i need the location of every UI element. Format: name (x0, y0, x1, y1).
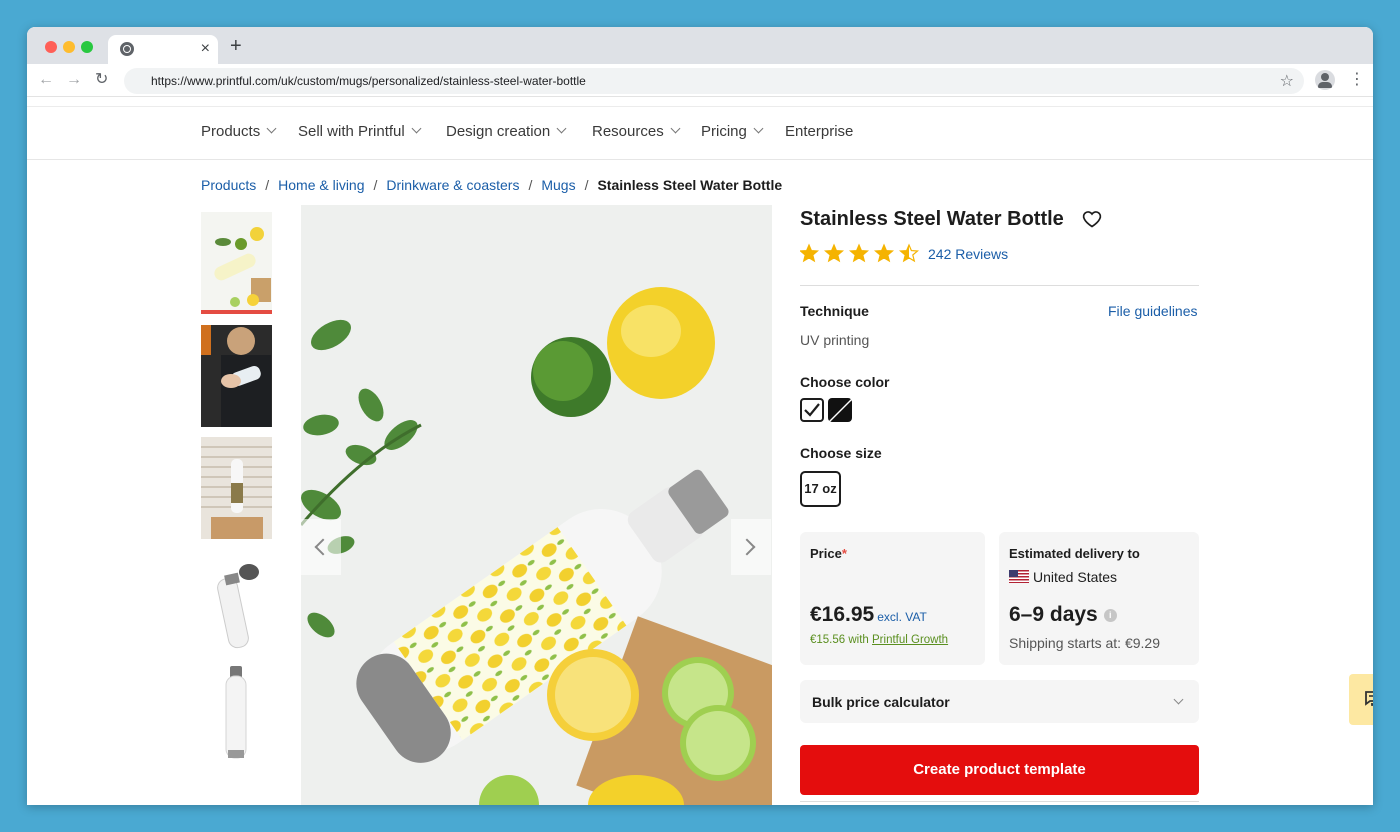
size-option-17oz[interactable]: 17 oz (800, 471, 841, 507)
browser-window: × + ← → ↻ https://www.printful.com/uk/cu… (27, 27, 1373, 805)
star-icon (800, 243, 820, 263)
chevron-down-icon (556, 123, 567, 134)
star-icon (898, 243, 920, 263)
window-close-light[interactable] (45, 41, 57, 53)
new-tab-button[interactable]: + (230, 36, 242, 56)
chevron-right-icon (738, 538, 756, 556)
next-button-edge (800, 801, 1199, 805)
choose-size-label: Choose size (800, 445, 882, 461)
chat-button[interactable] (1349, 674, 1373, 725)
swatch-diagonal-icon (828, 398, 852, 422)
gallery-next-button[interactable] (731, 519, 771, 575)
chevron-down-icon (266, 123, 277, 134)
breadcrumb-separator: / (528, 177, 533, 193)
breadcrumb-current: Stainless Steel Water Bottle (597, 177, 783, 193)
window-zoom-light[interactable] (81, 41, 93, 53)
delivery-card: Estimated delivery to United States 6–9 … (999, 532, 1199, 665)
color-swatch-black[interactable] (828, 398, 852, 422)
nav-item-resources[interactable]: Resources (592, 123, 681, 140)
product-title: Stainless Steel Water Bottle (800, 208, 1064, 230)
us-flag-icon (1009, 570, 1029, 583)
bulk-price-calculator[interactable]: Bulk price calculator (800, 680, 1199, 723)
gallery-thumbnail-3[interactable] (201, 437, 272, 539)
price-card: Price* €16.95 excl. VAT €15.56 with Print… (800, 532, 985, 665)
gallery-thumbnail-4[interactable] (201, 550, 272, 652)
browser-menu-icon[interactable]: ⋮ (1349, 71, 1365, 89)
forward-arrow-icon[interactable]: → (66, 70, 82, 90)
chat-bubbles-icon (1365, 691, 1373, 706)
bookmark-star-icon[interactable]: ☆ (1280, 71, 1294, 91)
reviews-link[interactable]: 242 Reviews (928, 246, 1008, 262)
file-guidelines-link[interactable]: File guidelines (1108, 303, 1198, 319)
technique-label: Technique (800, 303, 869, 319)
breadcrumb-link-mugs[interactable]: Mugs (541, 177, 575, 193)
delivery-country[interactable]: United States (1009, 569, 1117, 585)
chevron-left-icon (314, 538, 332, 556)
choose-color-label: Choose color (800, 374, 890, 390)
gallery-thumbnail-1[interactable] (201, 212, 272, 314)
address-bar[interactable]: https://www.printful.com/uk/custom/mugs/… (124, 68, 1304, 94)
site-navigation: Products Sell with Printful Design creat… (27, 106, 1373, 160)
breadcrumb-link-home-living[interactable]: Home & living (278, 177, 364, 193)
window-minimize-light[interactable] (63, 41, 75, 53)
rating-stars (800, 243, 920, 263)
star-icon (873, 243, 895, 263)
color-swatch-white[interactable] (800, 398, 824, 422)
chevron-down-icon (753, 123, 764, 134)
info-icon[interactable]: i (1103, 609, 1117, 622)
nav-item-pricing[interactable]: Pricing (701, 123, 764, 140)
check-icon (804, 403, 820, 417)
reload-icon[interactable]: ↻ (95, 70, 108, 90)
url-text[interactable]: https://www.printful.com/uk/custom/mugs/… (151, 74, 586, 88)
tab-close-icon[interactable]: × (201, 40, 210, 58)
vat-note[interactable]: excl. VAT (877, 610, 927, 624)
profile-avatar-icon[interactable] (1315, 70, 1335, 90)
chrome-favicon-icon (120, 42, 134, 56)
browser-tab[interactable]: × (108, 35, 218, 64)
growth-price: €15.56 with Printful Growth (810, 634, 949, 646)
tab-strip: × + (27, 27, 1373, 64)
main-product-image[interactable] (301, 205, 772, 805)
delivery-days: 6–9 days i (1009, 603, 1117, 627)
gallery-thumbnail-2[interactable] (201, 325, 272, 427)
breadcrumb-separator: / (265, 177, 270, 193)
technique-value: UV printing (800, 332, 870, 348)
nav-item-sell-with-printful[interactable]: Sell with Printful (298, 123, 422, 140)
gallery-thumbnail-5[interactable] (201, 662, 272, 764)
shipping-starts: Shipping starts at: €9.29 (1009, 635, 1160, 651)
breadcrumb-separator: / (373, 177, 378, 193)
gallery-prev-button[interactable] (301, 519, 341, 575)
chevron-down-icon (1173, 694, 1184, 705)
required-asterisk: * (841, 546, 847, 561)
breadcrumb-link-products[interactable]: Products (201, 177, 256, 193)
chevron-down-icon (411, 123, 422, 134)
printful-growth-link[interactable]: Printful Growth (872, 634, 948, 646)
breadcrumb-separator: / (584, 177, 589, 193)
nav-item-design-creation[interactable]: Design creation (446, 123, 567, 140)
price-value: €16.95 excl. VAT (810, 603, 927, 626)
nav-item-enterprise[interactable]: Enterprise (785, 123, 853, 140)
create-product-template-button[interactable]: Create product template (800, 745, 1199, 795)
star-icon (823, 243, 845, 263)
bulk-price-label: Bulk price calculator (812, 694, 950, 710)
favorite-heart-icon[interactable] (1082, 209, 1102, 229)
chevron-down-icon (670, 123, 681, 134)
back-arrow-icon[interactable]: ← (38, 70, 54, 90)
price-label: Price* (810, 546, 847, 561)
nav-item-products[interactable]: Products (201, 123, 277, 140)
breadcrumb: Products / Home & living / Drinkware & coast… (201, 177, 782, 193)
delivery-label: Estimated delivery to (1009, 546, 1140, 561)
section-divider (800, 285, 1199, 286)
breadcrumb-link-drinkware[interactable]: Drinkware & coasters (386, 177, 519, 193)
browser-toolbar: ← → ↻ https://www.printful.com/uk/custom… (27, 64, 1373, 97)
star-icon (848, 243, 870, 263)
